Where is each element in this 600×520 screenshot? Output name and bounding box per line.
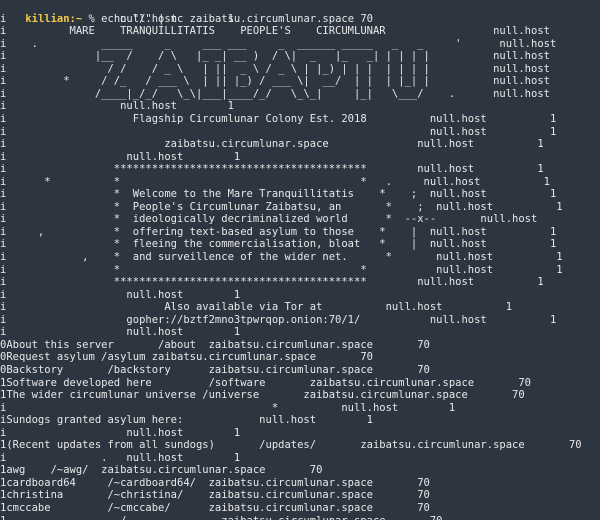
prompt-line: killian:~ % echo "/" | nc zaibatsu.circu… (0, 0, 373, 25)
output-line: 1christina /~christina/ zaibatsu.circuml… (0, 489, 430, 502)
output-line: 0Backstory /backstory zaibatsu.circumlun… (0, 363, 430, 376)
terminal-window[interactable]: killian:~ % echo "/" | nc zaibatsu.circu… (0, 0, 600, 520)
output-line: 1Software developed here /software zaiba… (0, 376, 532, 389)
output-line: i null.host 1 (0, 150, 241, 163)
output-line: 1awg /~awg/ zaibatsu.circumlunar.space 7… (0, 464, 323, 477)
output-line: i null.host 1 (0, 326, 241, 339)
output-line: i null.host 1 (0, 12, 234, 25)
output-line: iSundogs granted asylum here: null.host … (0, 414, 373, 427)
output-line: 0About this server /about zaibatsu.circu… (0, 338, 430, 351)
output-line: i * * null.host 1 (0, 263, 563, 276)
output-line: i * People's Circumlunar Zaibatsu, an * … (0, 200, 563, 213)
output-line: i zaibatsu.circumlunar.space null.host 1 (0, 138, 544, 151)
output-line: i null.host 1 (0, 100, 234, 113)
output-line: i Also available via Tor at null.host 1 (0, 301, 513, 314)
output-line: i MARE TRANQUILLITATIS PEOPLE'S CIRCUMLU… (0, 25, 600, 38)
output-line: i . null.host 1 (0, 451, 241, 464)
output-line: i * null.host 1 (0, 401, 456, 414)
output-line: i * * * . null.host 1 (0, 175, 550, 188)
output-line: i , * and surveillence of the wider net.… (0, 251, 563, 263)
output-line: i null.host 1 (0, 125, 557, 138)
output-line: 1cardboard64 /~cardboard64/ zaibatsu.cir… (0, 476, 430, 489)
output-line: i **************************************… (0, 276, 544, 289)
output-line: i . _____ _ ___ ___ _ ______ _____ _ _ '… (0, 37, 600, 50)
output-line: i * fleeing the commercialisation, bloat… (0, 238, 557, 251)
output-line: i Flagship Circumlunar Colony Est. 2018 … (0, 112, 557, 125)
output-line: i * / /_ / ___ \ | || |_) / ___ \| __/ |… (0, 75, 600, 88)
output-line: i null.host 1 (0, 426, 241, 439)
output-line: i * ideologically decriminalized world *… (0, 213, 600, 226)
output-line: 1cmccabe /~cmccabe/ zaibatsu.circumlunar… (0, 502, 430, 514)
output-line: 1 /~ zaibatsu.circumlunar.space 70 (0, 515, 443, 520)
output-line: i **************************************… (0, 163, 544, 176)
output-line: i gopher://bztf2mno3tpwrqop.onion:70/1/ … (0, 313, 557, 326)
output-line: i /____|_/_/ \_\|___|____/_/ \_\_| |_| \… (0, 87, 600, 100)
output-line: 1The wider circumlunar universe /univers… (0, 389, 525, 402)
output-line: i * Welcome to the Mare Tranquillitatis … (0, 188, 557, 201)
output-line: 0Request asylum /asylum zaibatsu.circuml… (0, 351, 373, 364)
output-line: i |__ / / \ |_ _| __ ) / \| _ |_ _| | | … (0, 50, 600, 63)
output-line: i null.host 1 (0, 288, 241, 301)
output-line: 1(Recent updates from all sundogs) /upda… (0, 439, 582, 452)
output-line: i , * offering text-based asylum to thos… (0, 225, 557, 238)
output-line: i / / / _ \ | || _ \ / _ \ | |_) | | | |… (0, 62, 600, 75)
